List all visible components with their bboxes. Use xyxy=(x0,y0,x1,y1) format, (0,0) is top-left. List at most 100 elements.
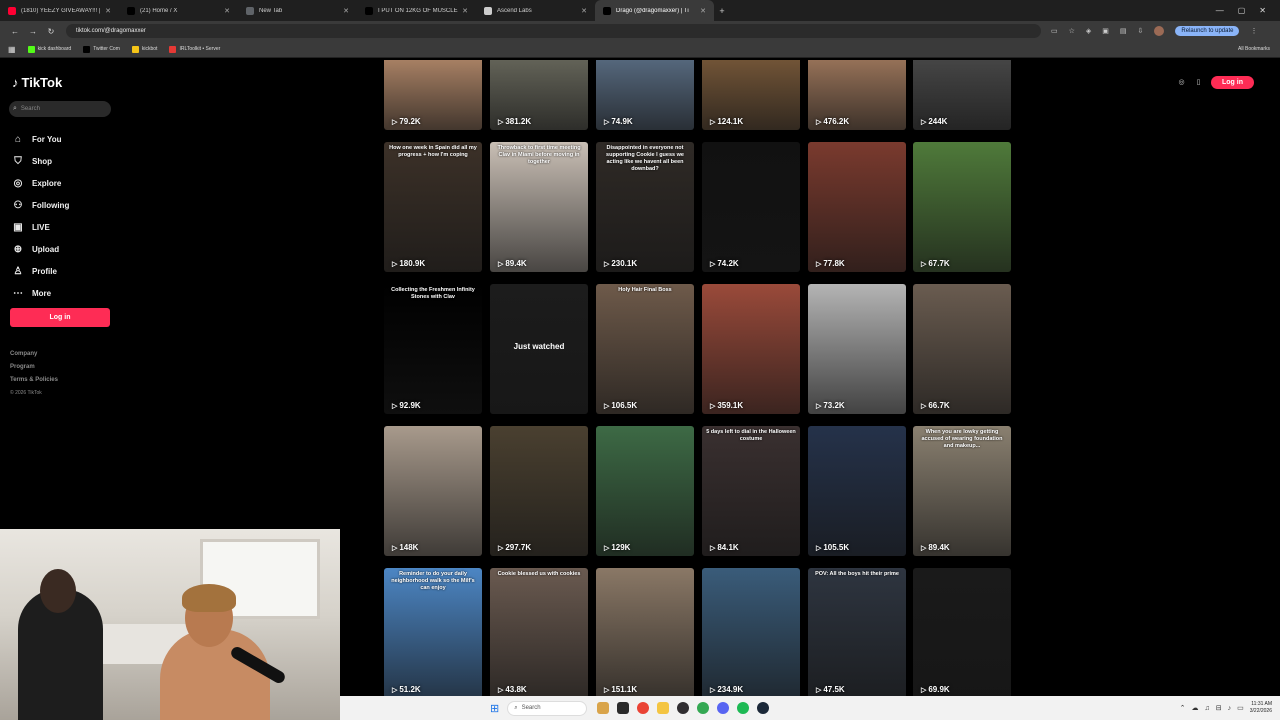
footer-terms[interactable]: Terms & Policies xyxy=(10,374,58,387)
star-icon[interactable]: ☆ xyxy=(1069,27,1075,35)
browser-tab[interactable]: (21) Home / X ✕ xyxy=(119,0,238,21)
browser-tab[interactable]: Drago (@dragomaxxer) | Ti ✕ xyxy=(595,0,714,21)
spotify-app-icon[interactable] xyxy=(737,702,750,714)
video-card[interactable]: Cookie blessed us with cookies 43.8K xyxy=(490,568,588,696)
maximize-icon[interactable]: ▢ xyxy=(1238,6,1246,15)
video-card[interactable]: 148K xyxy=(384,426,482,556)
reload-icon[interactable]: ↻ xyxy=(42,27,60,36)
video-card[interactable]: 73.2K xyxy=(808,284,906,414)
steam-app-icon[interactable] xyxy=(757,702,770,714)
files-app-icon[interactable] xyxy=(617,702,630,714)
sidebar-login-button[interactable]: Log in xyxy=(10,308,110,327)
sidebar-item-shop[interactable]: ⛉ Shop xyxy=(12,150,69,172)
tiktok-logo[interactable]: ♪ TikTok xyxy=(12,75,62,90)
tab-close-icon[interactable]: ✕ xyxy=(105,7,111,15)
apps-icon[interactable]: ▦ xyxy=(8,45,16,54)
video-card[interactable]: Disappointed in everyone not supporting … xyxy=(596,142,694,272)
video-card[interactable]: 5 days left to dial in the Halloween cos… xyxy=(702,426,800,556)
obs-app-icon[interactable] xyxy=(677,702,690,714)
tab-close-icon[interactable]: ✕ xyxy=(581,7,587,15)
taskbar-search[interactable]: ⌕ Search xyxy=(507,700,588,716)
back-icon[interactable]: ← xyxy=(6,27,24,36)
relaunch-button[interactable]: Relaunch to update xyxy=(1175,26,1240,36)
footer-company[interactable]: Company xyxy=(10,348,58,361)
chrome-app-icon[interactable] xyxy=(637,702,650,714)
video-card[interactable]: 77.8K xyxy=(808,142,906,272)
top-login-button[interactable]: Log in xyxy=(1211,76,1254,89)
sidebar-item-profile[interactable]: ♙ Profile xyxy=(12,260,69,282)
video-card[interactable]: 129K xyxy=(596,426,694,556)
windows-start-icon[interactable]: ⊞ xyxy=(490,702,499,715)
cast-icon[interactable]: ▭ xyxy=(1051,27,1058,35)
video-card[interactable]: Reminder to do your daily neighborhood w… xyxy=(384,568,482,696)
video-card[interactable]: 67.7K xyxy=(913,142,1011,272)
video-card[interactable]: How one week in Spain did all my progres… xyxy=(384,142,482,272)
tray-mic-icon[interactable]: ♫ xyxy=(1205,705,1210,712)
video-card[interactable]: 359.1K xyxy=(702,284,800,414)
sidepanel-icon[interactable]: ▤ xyxy=(1120,27,1127,35)
video-card[interactable]: POV: All the boys hit their prime 47.5K xyxy=(808,568,906,696)
video-card[interactable]: Throwback to first time meeting Clav in … xyxy=(490,142,588,272)
video-card[interactable]: When you are lowky getting accused of we… xyxy=(913,426,1011,556)
sidebar-item-live[interactable]: ▣ LIVE xyxy=(12,216,69,238)
footer-program[interactable]: Program xyxy=(10,361,58,374)
extension-icon[interactable]: ◈ xyxy=(1086,27,1091,35)
browser-tab[interactable]: Ascend Labs ✕ xyxy=(476,0,595,21)
video-card[interactable]: 66.7K xyxy=(913,284,1011,414)
tray-chevron-icon[interactable]: ⌃ xyxy=(1180,704,1186,712)
minimize-icon[interactable]: — xyxy=(1216,6,1224,15)
coin-icon[interactable]: ◎ xyxy=(1177,78,1186,87)
video-card[interactable]: Just watched xyxy=(490,284,588,414)
video-card[interactable]: 124.1K xyxy=(702,60,800,130)
forward-icon[interactable]: → xyxy=(24,27,42,36)
discord-app-icon[interactable] xyxy=(717,702,730,714)
video-card[interactable]: 74.2K xyxy=(702,142,800,272)
sidebar-item-explore[interactable]: ◎ Explore xyxy=(12,172,69,194)
tray-cloud-icon[interactable]: ☁ xyxy=(1192,704,1199,712)
menu-icon[interactable]: ⋮ xyxy=(1250,27,1257,35)
chrome2-app-icon[interactable] xyxy=(697,702,710,714)
tray-network-icon[interactable]: ⊟ xyxy=(1216,704,1222,712)
tray-battery-icon[interactable]: ▭ xyxy=(1237,704,1244,712)
tray-volume-icon[interactable]: ♪ xyxy=(1228,705,1232,712)
video-card[interactable]: 79.2K xyxy=(384,60,482,130)
bookmark-item[interactable]: IRLToolkit • Server xyxy=(169,45,220,53)
sidebar-item-upload[interactable]: ⊕ Upload xyxy=(12,238,69,260)
profile-avatar[interactable] xyxy=(1154,26,1165,36)
video-card[interactable]: 74.9K xyxy=(596,60,694,130)
video-card[interactable]: Holy Hair Final Boss 106.5K xyxy=(596,284,694,414)
search-input[interactable]: ⌕ Search xyxy=(9,101,111,117)
puzzle-icon[interactable]: ▣ xyxy=(1102,27,1109,35)
browser-tab[interactable]: I PUT ON 12KG OF MUSCLE IN ✕ xyxy=(357,0,476,21)
video-card[interactable]: 381.2K xyxy=(490,60,588,130)
sidebar-item-for-you[interactable]: ⌂ For You xyxy=(12,128,69,150)
browser-tab[interactable]: New Tab ✕ xyxy=(238,0,357,21)
taskbar-clock[interactable]: 11:31 AM 3/22/2026 xyxy=(1250,701,1272,715)
video-card[interactable]: 234.9K xyxy=(702,568,800,696)
device-icon[interactable]: ▯ xyxy=(1194,78,1203,87)
video-card[interactable]: 297.7K xyxy=(490,426,588,556)
tab-close-icon[interactable]: ✕ xyxy=(224,7,230,15)
bookmark-item[interactable]: kick dashboard xyxy=(27,45,71,53)
close-window-icon[interactable]: ✕ xyxy=(1259,6,1266,15)
tab-close-icon[interactable]: ✕ xyxy=(343,7,349,15)
video-card[interactable]: 105.5K xyxy=(808,426,906,556)
sidebar-item-more[interactable]: ⋯ More xyxy=(12,282,69,304)
tab-close-icon[interactable]: ✕ xyxy=(700,7,706,15)
browser-tab[interactable]: (1810) YEEZY GIVEAWAY!!! | 67 ✕ xyxy=(0,0,119,21)
folder-app-icon[interactable] xyxy=(657,702,670,714)
tab-close-icon[interactable]: ✕ xyxy=(462,7,468,15)
burger-app-icon[interactable] xyxy=(597,702,610,714)
url-input[interactable]: tiktok.com/@dragomaxxer xyxy=(66,24,1041,38)
sidebar-item-following[interactable]: ⚇ Following xyxy=(12,194,70,216)
bookmark-item[interactable]: kickbot xyxy=(131,45,157,53)
video-card[interactable]: 244K xyxy=(913,60,1011,130)
video-card[interactable]: 151.1K xyxy=(596,568,694,696)
new-tab-button[interactable]: + xyxy=(714,6,730,16)
bookmark-item[interactable]: Twitter Com xyxy=(83,45,120,53)
all-bookmarks[interactable]: All Bookmarks xyxy=(1238,46,1280,52)
download-icon[interactable]: ⇩ xyxy=(1138,27,1144,35)
video-card[interactable]: Collecting the Freshmen Infinity Stones … xyxy=(384,284,482,414)
video-card[interactable]: 476.2K xyxy=(808,60,906,130)
video-card[interactable]: 69.9K xyxy=(913,568,1011,696)
